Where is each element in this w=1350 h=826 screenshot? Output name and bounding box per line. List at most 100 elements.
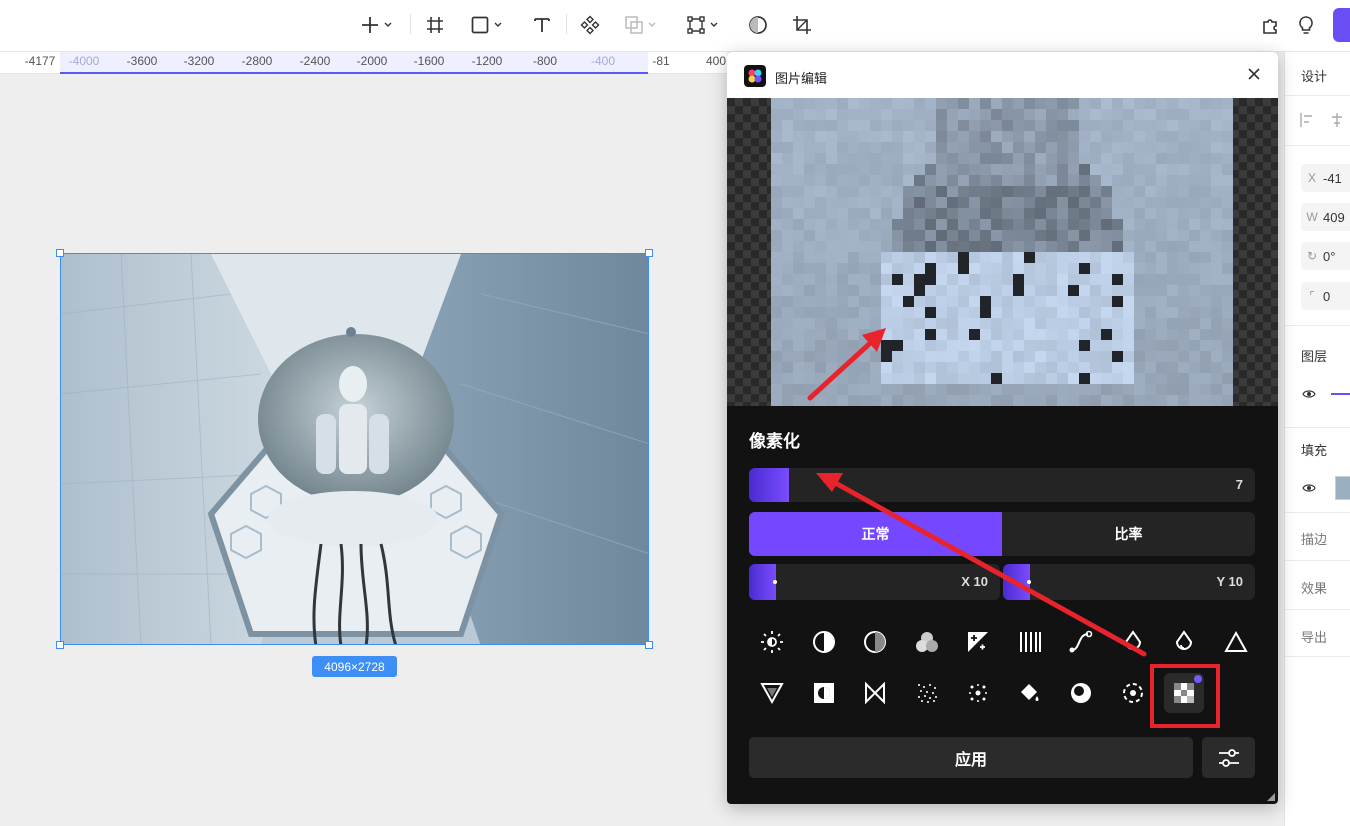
preview-pixel [1046, 252, 1057, 263]
slider-thumb[interactable] [1027, 580, 1031, 584]
effect-bowtie[interactable] [855, 673, 895, 713]
preview-pixel [848, 351, 859, 362]
share-button[interactable] [1333, 8, 1350, 42]
mode-ratio-button[interactable]: 比率 [1002, 512, 1255, 556]
preview-pixel [793, 307, 804, 318]
stroke-label[interactable]: 描边 [1301, 529, 1327, 548]
effect-vignette[interactable] [1061, 673, 1101, 713]
effect-invert[interactable] [804, 673, 844, 713]
resize-handle-top-left[interactable] [56, 249, 64, 257]
crop-tool-button[interactable] [792, 12, 812, 38]
align-left-icon[interactable] [1299, 112, 1315, 128]
effect-fill[interactable] [1010, 673, 1050, 713]
corner-radius-field[interactable]: ⌜ 0 [1301, 282, 1350, 310]
effect-noise[interactable] [907, 673, 947, 713]
preview-pixel [936, 131, 947, 142]
rotation-icon: ↻ [1306, 249, 1318, 263]
preview-pixel [870, 285, 881, 296]
ideas-button[interactable] [1296, 12, 1316, 38]
layer-opacity-bar[interactable] [1331, 393, 1350, 395]
resize-handle-top-right[interactable] [645, 249, 653, 257]
effect-droplet[interactable] [1113, 622, 1153, 662]
preview-pixel [793, 120, 804, 131]
vector-tool-button[interactable] [686, 12, 719, 38]
plus-tool-button[interactable] [360, 12, 393, 38]
plugin-button[interactable] [1261, 12, 1281, 38]
component-tool-button[interactable] [580, 12, 600, 38]
preview-pixel [892, 208, 903, 219]
preview-pixel [1211, 175, 1222, 186]
effect-sparkle[interactable] [958, 673, 998, 713]
effect-brightness[interactable] [752, 622, 792, 662]
rotation-field[interactable]: ↻ 0° [1301, 242, 1350, 270]
preview-pixel [991, 351, 1002, 362]
effect-triangle[interactable] [1216, 622, 1256, 662]
y-size-slider[interactable]: Y 10 [1003, 564, 1255, 600]
preview-pixel [969, 186, 980, 197]
dialog-resize-grip[interactable] [1267, 793, 1275, 801]
preview-pixel [958, 395, 969, 406]
preview-pixel [936, 285, 947, 296]
effect-rotate[interactable] [1113, 673, 1153, 713]
effects-label[interactable]: 效果 [1301, 578, 1327, 597]
apply-button[interactable]: 应用 [749, 737, 1193, 778]
preview-pixel [1123, 362, 1134, 373]
export-label[interactable]: 导出 [1301, 627, 1327, 646]
adjust-settings-button[interactable] [1202, 737, 1255, 778]
preview-pixel [1024, 120, 1035, 131]
effect-contrast[interactable] [804, 622, 844, 662]
effect-triangle-down[interactable] [752, 673, 792, 713]
preview-pixel [815, 252, 826, 263]
preview-pixel [848, 175, 859, 186]
preview-pixel [1079, 296, 1090, 307]
preview-pixel [782, 318, 793, 329]
preview-pixel [1156, 340, 1167, 351]
resize-handle-bottom-right[interactable] [645, 641, 653, 649]
preview-pixel [1002, 109, 1013, 120]
preview-pixel [1156, 252, 1167, 263]
frame-tool-button[interactable] [425, 12, 445, 38]
preview-pixel [826, 120, 837, 131]
rectangle-tool-button[interactable] [470, 12, 503, 38]
fill-image-thumbnail[interactable] [1335, 476, 1350, 500]
effect-color-balance[interactable] [907, 622, 947, 662]
preview-pixel [1002, 219, 1013, 230]
preview-pixel [1134, 153, 1145, 164]
effect-sharpen[interactable] [1164, 622, 1204, 662]
boolean-tool-button[interactable] [624, 12, 657, 38]
effect-stripes[interactable] [1010, 622, 1050, 662]
preview-pixel [1035, 340, 1046, 351]
slider-thumb[interactable] [773, 580, 777, 584]
resize-handle-bottom-left[interactable] [56, 641, 64, 649]
preview-pixel [991, 241, 1002, 252]
text-tool-button[interactable] [532, 12, 552, 38]
eye-icon[interactable] [1302, 482, 1316, 494]
preview-pixel [947, 131, 958, 142]
canvas-image[interactable] [60, 253, 649, 645]
pixel-size-slider[interactable]: 7 [749, 468, 1255, 502]
preview-pixel [1222, 164, 1233, 175]
effect-half-contrast[interactable] [855, 622, 895, 662]
preview-pixel [903, 307, 914, 318]
preview-pixel [947, 307, 958, 318]
preview-pixel [1189, 153, 1200, 164]
x-position-field[interactable]: X -41 [1301, 164, 1350, 192]
eye-icon[interactable] [1302, 388, 1316, 400]
tab-design[interactable]: 设计 [1301, 66, 1327, 85]
preview-pixel [980, 362, 991, 373]
x-size-slider[interactable]: X 10 [749, 564, 1000, 600]
close-icon[interactable] [1247, 67, 1261, 81]
ellipse-mask-tool-button[interactable] [748, 12, 768, 38]
align-center-icon[interactable] [1329, 112, 1345, 128]
preview-pixel [1024, 252, 1035, 263]
preview-pixel [1178, 219, 1189, 230]
effect-curves[interactable] [1061, 622, 1101, 662]
mode-normal-button[interactable]: 正常 [749, 512, 1002, 556]
preview-pixel [1024, 307, 1035, 318]
preview-pixel [1145, 219, 1156, 230]
effect-exposure[interactable] [958, 622, 998, 662]
width-field[interactable]: W 409 [1301, 203, 1350, 231]
preview-pixel [925, 285, 936, 296]
preview-pixel [991, 274, 1002, 285]
preview-pixel [1046, 263, 1057, 274]
